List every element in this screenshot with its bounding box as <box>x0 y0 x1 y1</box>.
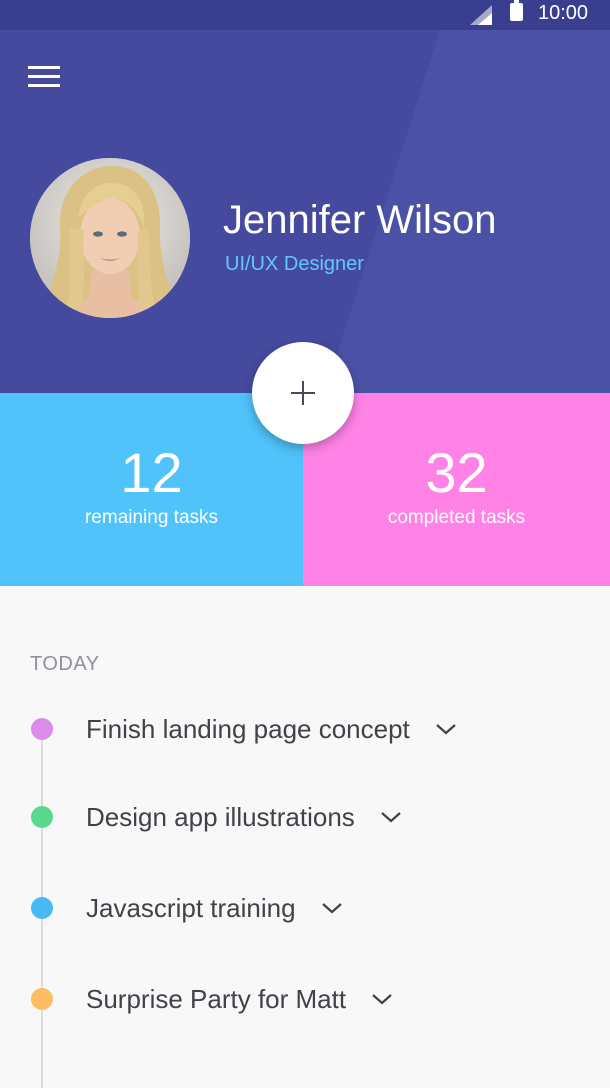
task-title: Finish landing page concept <box>86 714 410 744</box>
task-section: TODAY Finish landing page concept Design… <box>0 586 610 1088</box>
chevron-down-icon[interactable] <box>371 992 393 1006</box>
profile-name: Jennifer Wilson <box>223 198 497 242</box>
task-item[interactable]: Surprise Party for Matt <box>0 974 610 1024</box>
section-heading-today: TODAY <box>30 653 100 675</box>
battery-icon <box>510 0 523 21</box>
profile-header: Jennifer Wilson UI/UX Designer <box>0 30 610 393</box>
remaining-tasks-count: 12 <box>120 441 183 504</box>
status-time: 10:00 <box>538 2 589 24</box>
add-task-button[interactable] <box>252 342 354 444</box>
chevron-down-icon[interactable] <box>321 901 343 915</box>
task-title: Javascript training <box>86 893 296 923</box>
task-dot <box>31 718 53 740</box>
profile-role: UI/UX Designer <box>225 253 364 275</box>
status-bar: 10:00 <box>0 0 610 30</box>
task-item[interactable]: Finish landing page concept <box>0 704 610 754</box>
completed-tasks-label: completed tasks <box>387 507 526 528</box>
remaining-tasks-card[interactable]: 12 remaining tasks <box>0 393 303 586</box>
task-item[interactable]: Javascript training <box>0 883 610 933</box>
completed-tasks-card[interactable]: 32 completed tasks <box>303 393 610 586</box>
plus-icon <box>291 381 315 405</box>
task-title: Design app illustrations <box>86 802 355 832</box>
avatar-photo <box>30 158 190 318</box>
chevron-down-icon[interactable] <box>380 810 402 824</box>
remaining-tasks-label: remaining tasks <box>84 507 219 528</box>
task-item[interactable]: Design app illustrations <box>0 792 610 842</box>
signal-icon <box>470 5 492 25</box>
completed-tasks-count: 32 <box>425 441 488 504</box>
chevron-down-icon[interactable] <box>435 722 457 736</box>
menu-icon[interactable] <box>28 66 62 88</box>
task-dot <box>31 806 53 828</box>
task-title: Surprise Party for Matt <box>86 984 347 1014</box>
avatar <box>30 158 190 318</box>
task-dot <box>31 988 53 1010</box>
task-dot <box>31 897 53 919</box>
